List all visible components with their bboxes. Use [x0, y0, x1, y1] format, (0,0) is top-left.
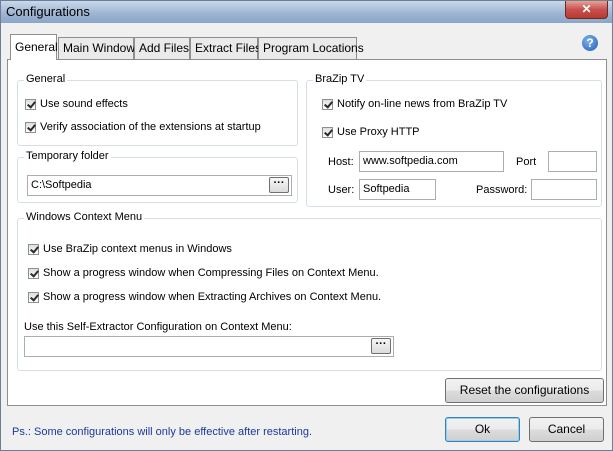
temp-folder-group: Temporary folder C:\Softpedia ···: [17, 150, 298, 203]
tab-general[interactable]: General: [10, 34, 58, 60]
notify-news-label: Notify on-line news from BraZip TV: [337, 98, 508, 110]
progress-extract-checkbox[interactable]: Show a progress window when Extracting A…: [28, 291, 381, 303]
progress-compress-label: Show a progress window when Compressing …: [43, 267, 379, 279]
port-input[interactable]: [548, 151, 597, 172]
reset-configurations-button[interactable]: Reset the configurations: [445, 378, 604, 403]
checkbox-checked-icon: [322, 126, 333, 138]
close-button[interactable]: ✕: [565, 1, 608, 19]
brazip-tv-group: BraZip TV Notify on-line news from BraZi…: [306, 73, 602, 207]
temp-folder-input[interactable]: C:\Softpedia: [27, 175, 292, 196]
checkbox-checked-icon: [25, 98, 36, 110]
verify-association-checkbox[interactable]: Verify association of the extensions at …: [25, 121, 261, 133]
sfx-config-input[interactable]: [24, 336, 394, 357]
password-input[interactable]: [531, 179, 597, 200]
use-proxy-label: Use Proxy HTTP: [337, 126, 420, 138]
context-menu-group: Windows Context Menu Use BraZip context …: [17, 211, 602, 371]
temp-folder-group-title: Temporary folder: [24, 150, 111, 162]
general-group: General Use sound effects Verify associa…: [17, 73, 298, 146]
brazip-tv-group-title: BraZip TV: [313, 73, 367, 85]
checkbox-checked-icon: [28, 291, 39, 303]
checkbox-checked-icon: [28, 267, 39, 279]
notify-news-checkbox[interactable]: Notify on-line news from BraZip TV: [322, 98, 507, 110]
progress-extract-label: Show a progress window when Extracting A…: [43, 291, 382, 303]
progress-compress-checkbox[interactable]: Show a progress window when Compressing …: [28, 267, 379, 279]
port-label: Port: [516, 156, 537, 168]
use-sound-checkbox[interactable]: Use sound effects: [25, 98, 128, 110]
help-icon[interactable]: ?: [582, 35, 598, 51]
use-brazip-context-checkbox[interactable]: Use BraZip context menus in Windows: [28, 243, 232, 255]
temp-folder-browse-button[interactable]: ···: [269, 177, 289, 193]
use-sound-label: Use sound effects: [40, 98, 128, 110]
cancel-button[interactable]: Cancel: [529, 417, 604, 442]
verify-association-label: Verify association of the extensions at …: [40, 121, 261, 133]
user-input[interactable]: Softpedia: [359, 179, 436, 200]
host-input[interactable]: www.softpedia.com: [359, 151, 504, 172]
title-bar[interactable]: Configurations ✕: [1, 1, 612, 23]
tab-main-window[interactable]: Main Window: [58, 37, 135, 59]
ok-button[interactable]: Ok: [445, 417, 520, 442]
use-brazip-context-label: Use BraZip context menus in Windows: [43, 243, 232, 255]
restart-note: Ps.: Some configurations will only be ef…: [12, 426, 312, 438]
sfx-config-label: Use this Self-Extractor Configuration on…: [24, 321, 292, 333]
checkbox-checked-icon: [25, 121, 36, 133]
context-menu-group-title: Windows Context Menu: [24, 211, 145, 223]
sfx-config-browse-button[interactable]: ···: [371, 338, 391, 354]
tab-program-locations[interactable]: Program Locations: [258, 37, 364, 59]
general-group-title: General: [24, 73, 68, 85]
user-label: User:: [328, 184, 355, 196]
general-tab-panel: General Use sound effects Verify associa…: [7, 59, 607, 406]
password-label: Password:: [476, 184, 528, 196]
window-title: Configurations: [6, 4, 90, 19]
tab-add-files[interactable]: Add Files: [134, 37, 190, 59]
checkbox-checked-icon: [28, 243, 39, 255]
host-label: Host:: [328, 156, 354, 168]
tab-extract-files[interactable]: Extract Files: [190, 37, 261, 59]
checkbox-checked-icon: [322, 98, 333, 110]
use-proxy-checkbox[interactable]: Use Proxy HTTP: [322, 126, 420, 138]
configurations-window: Configurations ✕ General Main Window Add…: [0, 0, 613, 451]
